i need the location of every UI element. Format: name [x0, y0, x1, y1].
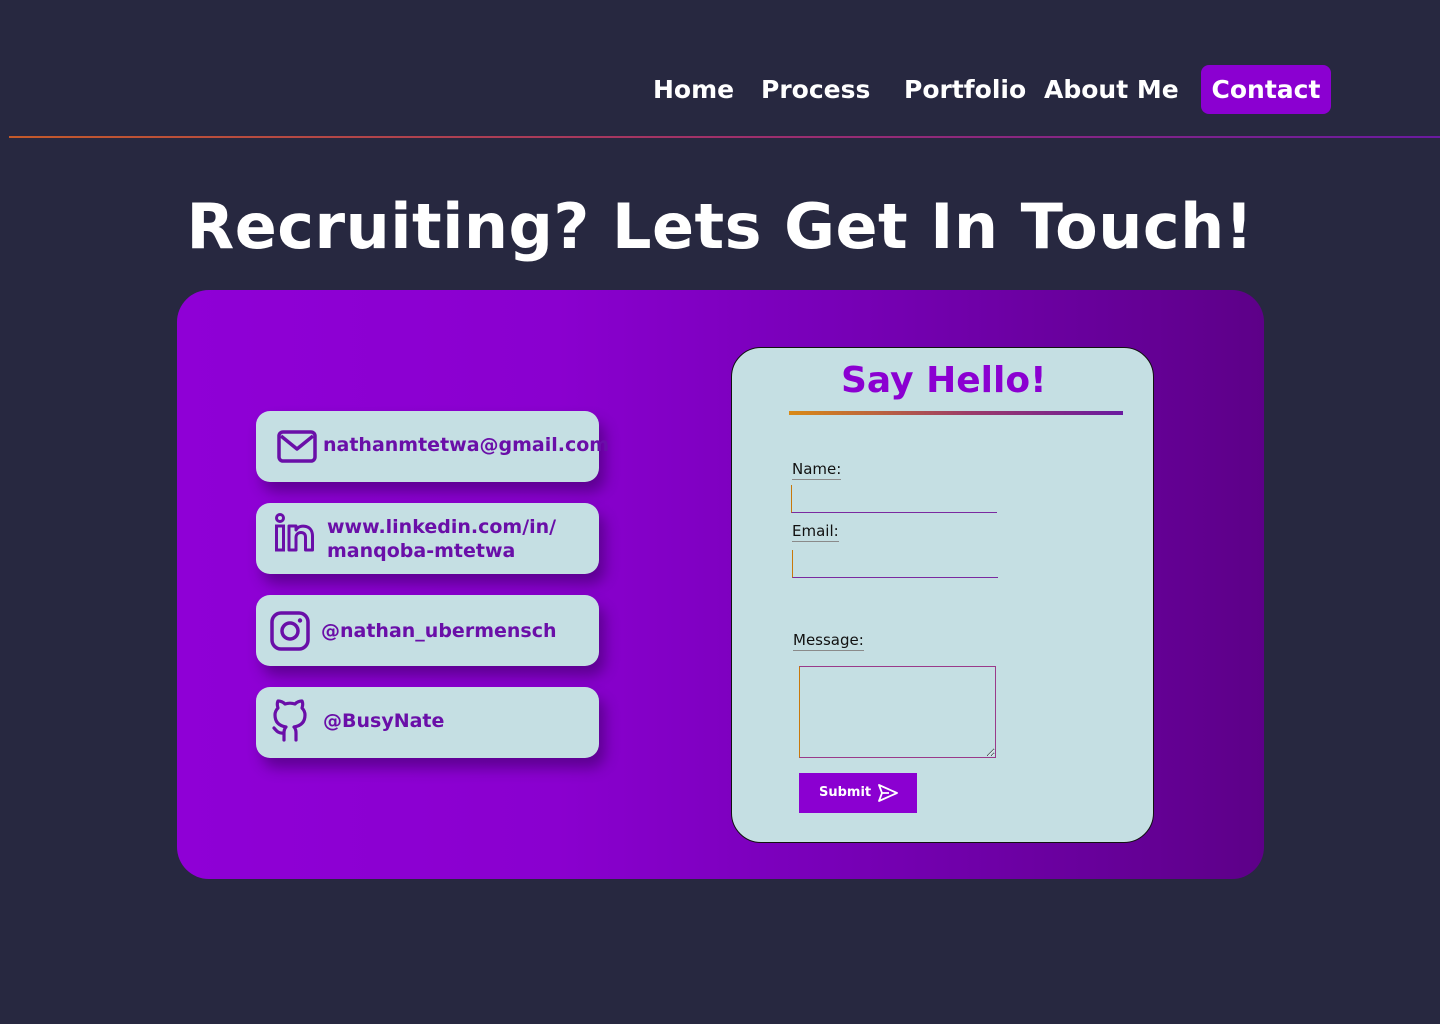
instagram-card[interactable]: @nathan_ubermensch	[256, 595, 599, 666]
instagram-text: @nathan_ubermensch	[321, 620, 557, 642]
form-title: Say Hello!	[841, 360, 1047, 401]
top-nav: Home Process Portfolio About Me Contact	[0, 0, 1440, 138]
contact-form-card	[731, 347, 1154, 843]
email-input[interactable]	[792, 550, 998, 578]
email-text: nathanmtetwa@gmail.com	[323, 434, 610, 456]
page-title: Recruiting? Lets Get In Touch!	[186, 190, 1254, 263]
mail-icon	[277, 429, 317, 470]
submit-label: Submit	[819, 785, 872, 800]
nav-contact-button[interactable]: Contact	[1201, 65, 1331, 114]
github-card[interactable]: @BusyNate	[256, 687, 599, 758]
form-title-underline	[789, 411, 1123, 415]
name-input[interactable]	[791, 485, 997, 513]
send-icon	[877, 783, 899, 807]
github-icon	[270, 699, 310, 748]
linkedin-icon	[274, 513, 316, 558]
nav-divider	[9, 136, 1440, 138]
linkedin-text-line2: manqoba-mtetwa	[327, 540, 516, 562]
linkedin-text-line1: www.linkedin.com/in/	[327, 516, 557, 538]
submit-button[interactable]: Submit	[799, 773, 917, 813]
email-label: Email:	[792, 522, 839, 542]
nav-home-link[interactable]: Home	[653, 72, 734, 112]
nav-portfolio-link[interactable]: Portfolio	[904, 72, 1026, 112]
instagram-icon	[270, 611, 310, 656]
email-card[interactable]: nathanmtetwa@gmail.com	[256, 411, 609, 482]
message-label: Message:	[793, 631, 864, 651]
nav-process-link[interactable]: Process	[761, 72, 870, 112]
linkedin-card[interactable]: www.linkedin.com/in/ manqoba-mtetwa	[256, 503, 599, 574]
github-text: @BusyNate	[323, 710, 445, 732]
nav-about-link[interactable]: About Me	[1044, 72, 1179, 112]
name-label: Name:	[792, 460, 842, 480]
message-textarea[interactable]	[799, 666, 996, 758]
